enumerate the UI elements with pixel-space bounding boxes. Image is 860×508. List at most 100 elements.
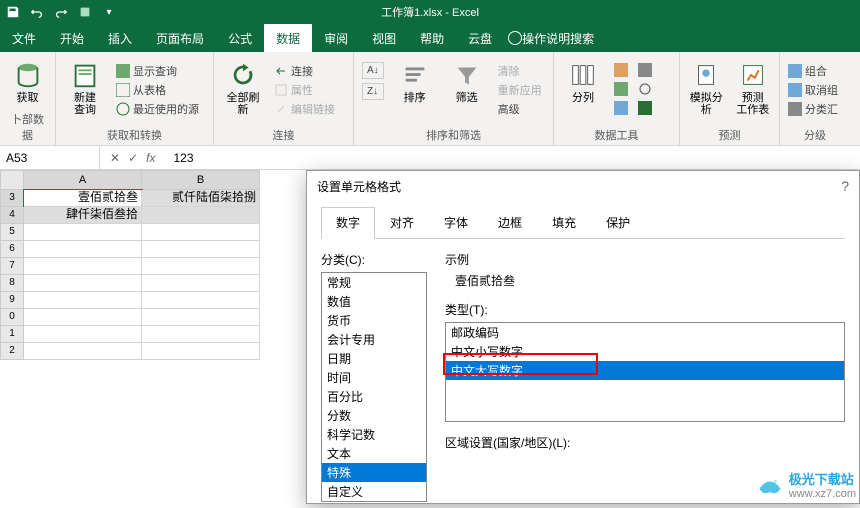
cell[interactable] [142, 224, 260, 241]
select-all-corner[interactable] [0, 170, 24, 190]
tab-formulas[interactable]: 公式 [216, 24, 264, 52]
cell-b4[interactable] [142, 207, 260, 224]
dtab-font[interactable]: 字体 [429, 207, 483, 238]
what-if-button[interactable]: 模拟分析 [688, 56, 725, 116]
cell[interactable] [24, 241, 142, 258]
new-query-button[interactable]: 新建 查询 [64, 56, 106, 116]
cell[interactable] [142, 241, 260, 258]
from-table-button[interactable]: 从表格 [116, 81, 199, 99]
save-icon[interactable] [4, 3, 22, 21]
consolidate-button[interactable] [638, 62, 652, 78]
dialog-help-button[interactable]: ? [841, 178, 849, 194]
category-listbox[interactable]: 常规 数值 货币 会计专用 日期 时间 百分比 分数 科学记数 文本 特殊 自定… [321, 272, 427, 502]
dtab-protect[interactable]: 保护 [591, 207, 645, 238]
cat-time[interactable]: 时间 [322, 368, 426, 387]
row-header[interactable]: 2 [0, 343, 24, 360]
group-button[interactable]: 组合 [788, 62, 838, 80]
col-header-a[interactable]: A [24, 170, 142, 190]
formula-input[interactable]: 123 [165, 151, 860, 165]
type-chinese-lower[interactable]: 中文小写数字 [446, 342, 844, 361]
cell[interactable] [24, 292, 142, 309]
cell-a4[interactable]: 肆仟柒佰叁拾 [24, 207, 142, 224]
cell[interactable] [142, 292, 260, 309]
row-header[interactable]: 6 [0, 241, 24, 258]
tab-cloud[interactable]: 云盘 [456, 24, 504, 52]
row-header[interactable]: 0 [0, 309, 24, 326]
cell[interactable] [24, 326, 142, 343]
tab-data[interactable]: 数据 [264, 24, 312, 52]
tab-review[interactable]: 审阅 [312, 24, 360, 52]
data-validation-button[interactable] [614, 100, 628, 116]
tab-help[interactable]: 帮助 [408, 24, 456, 52]
cell[interactable] [142, 275, 260, 292]
manage-model-button[interactable] [638, 100, 652, 116]
cat-custom[interactable]: 自定义 [322, 482, 426, 501]
cat-percentage[interactable]: 百分比 [322, 387, 426, 406]
dtab-number[interactable]: 数字 [321, 207, 375, 239]
subtotal-button[interactable]: 分类汇 [788, 100, 838, 118]
refresh-all-button[interactable]: 全部刷新 [222, 56, 264, 116]
row-header[interactable]: 3 [0, 190, 24, 207]
row-header[interactable]: 8 [0, 275, 24, 292]
cat-number[interactable]: 数值 [322, 292, 426, 311]
row-header[interactable]: 9 [0, 292, 24, 309]
filter-button[interactable]: 筛选 [446, 56, 488, 104]
sort-az-button[interactable]: A↓ [362, 62, 384, 79]
cat-scientific[interactable]: 科学记数 [322, 425, 426, 444]
undo-icon[interactable] [28, 3, 46, 21]
sort-button[interactable]: 排序 [394, 56, 436, 104]
recent-sources-button[interactable]: 最近使用的源 [116, 100, 199, 118]
cat-accounting[interactable]: 会计专用 [322, 330, 426, 349]
relationships-button[interactable] [638, 81, 652, 97]
col-header-b[interactable]: B [142, 170, 260, 190]
remove-duplicates-button[interactable] [614, 81, 628, 97]
enter-icon[interactable]: ✓ [128, 151, 138, 165]
cat-general[interactable]: 常规 [322, 273, 426, 292]
cell[interactable] [24, 309, 142, 326]
cell[interactable] [142, 258, 260, 275]
cat-date[interactable]: 日期 [322, 349, 426, 368]
row-header[interactable]: 1 [0, 326, 24, 343]
tell-me-search[interactable]: 操作说明搜索 [504, 24, 606, 52]
cell[interactable] [142, 343, 260, 360]
dtab-align[interactable]: 对齐 [375, 207, 429, 238]
cell-b3[interactable]: 贰仟陆佰柒拾捌 [142, 190, 260, 207]
tab-layout[interactable]: 页面布局 [144, 24, 216, 52]
tab-view[interactable]: 视图 [360, 24, 408, 52]
row-header[interactable]: 7 [0, 258, 24, 275]
ungroup-button[interactable]: 取消组 [788, 81, 838, 99]
show-queries-button[interactable]: 显示查询 [116, 62, 199, 80]
fx-icon[interactable]: fx [146, 151, 155, 165]
name-box[interactable]: A53 [0, 146, 100, 169]
get-external-data-button[interactable]: 获取 [8, 56, 47, 104]
connections-button[interactable]: 连接 [274, 62, 335, 80]
qat-dropdown-icon[interactable]: ▾ [100, 3, 118, 21]
dtab-border[interactable]: 边框 [483, 207, 537, 238]
cancel-icon[interactable]: ✕ [110, 151, 120, 165]
tab-home[interactable]: 开始 [48, 24, 96, 52]
cell[interactable] [24, 258, 142, 275]
row-header[interactable]: 4 [0, 207, 24, 224]
type-zipcode[interactable]: 邮政编码 [446, 323, 844, 342]
cat-special[interactable]: 特殊 [322, 463, 426, 482]
forecast-sheet-button[interactable]: 预测 工作表 [735, 56, 772, 116]
flash-fill-button[interactable] [614, 62, 628, 78]
touch-icon[interactable] [76, 3, 94, 21]
cat-fraction[interactable]: 分数 [322, 406, 426, 425]
cell[interactable] [24, 224, 142, 241]
cell-a3[interactable]: 壹佰贰拾叁 [24, 190, 142, 207]
sort-za-button[interactable]: Z↓ [362, 83, 384, 100]
cat-text[interactable]: 文本 [322, 444, 426, 463]
cell[interactable] [142, 309, 260, 326]
cell[interactable] [24, 275, 142, 292]
dtab-fill[interactable]: 填充 [537, 207, 591, 238]
cell[interactable] [142, 326, 260, 343]
tab-insert[interactable]: 插入 [96, 24, 144, 52]
text-to-columns-button[interactable]: 分列 [562, 56, 604, 104]
type-chinese-upper[interactable]: 中文大写数字 [446, 361, 844, 380]
tab-file[interactable]: 文件 [0, 24, 48, 52]
type-listbox[interactable]: 邮政编码 中文小写数字 中文大写数字 [445, 322, 845, 422]
cell[interactable] [24, 343, 142, 360]
advanced-filter-button[interactable]: 高级 [498, 100, 542, 118]
row-header[interactable]: 5 [0, 224, 24, 241]
